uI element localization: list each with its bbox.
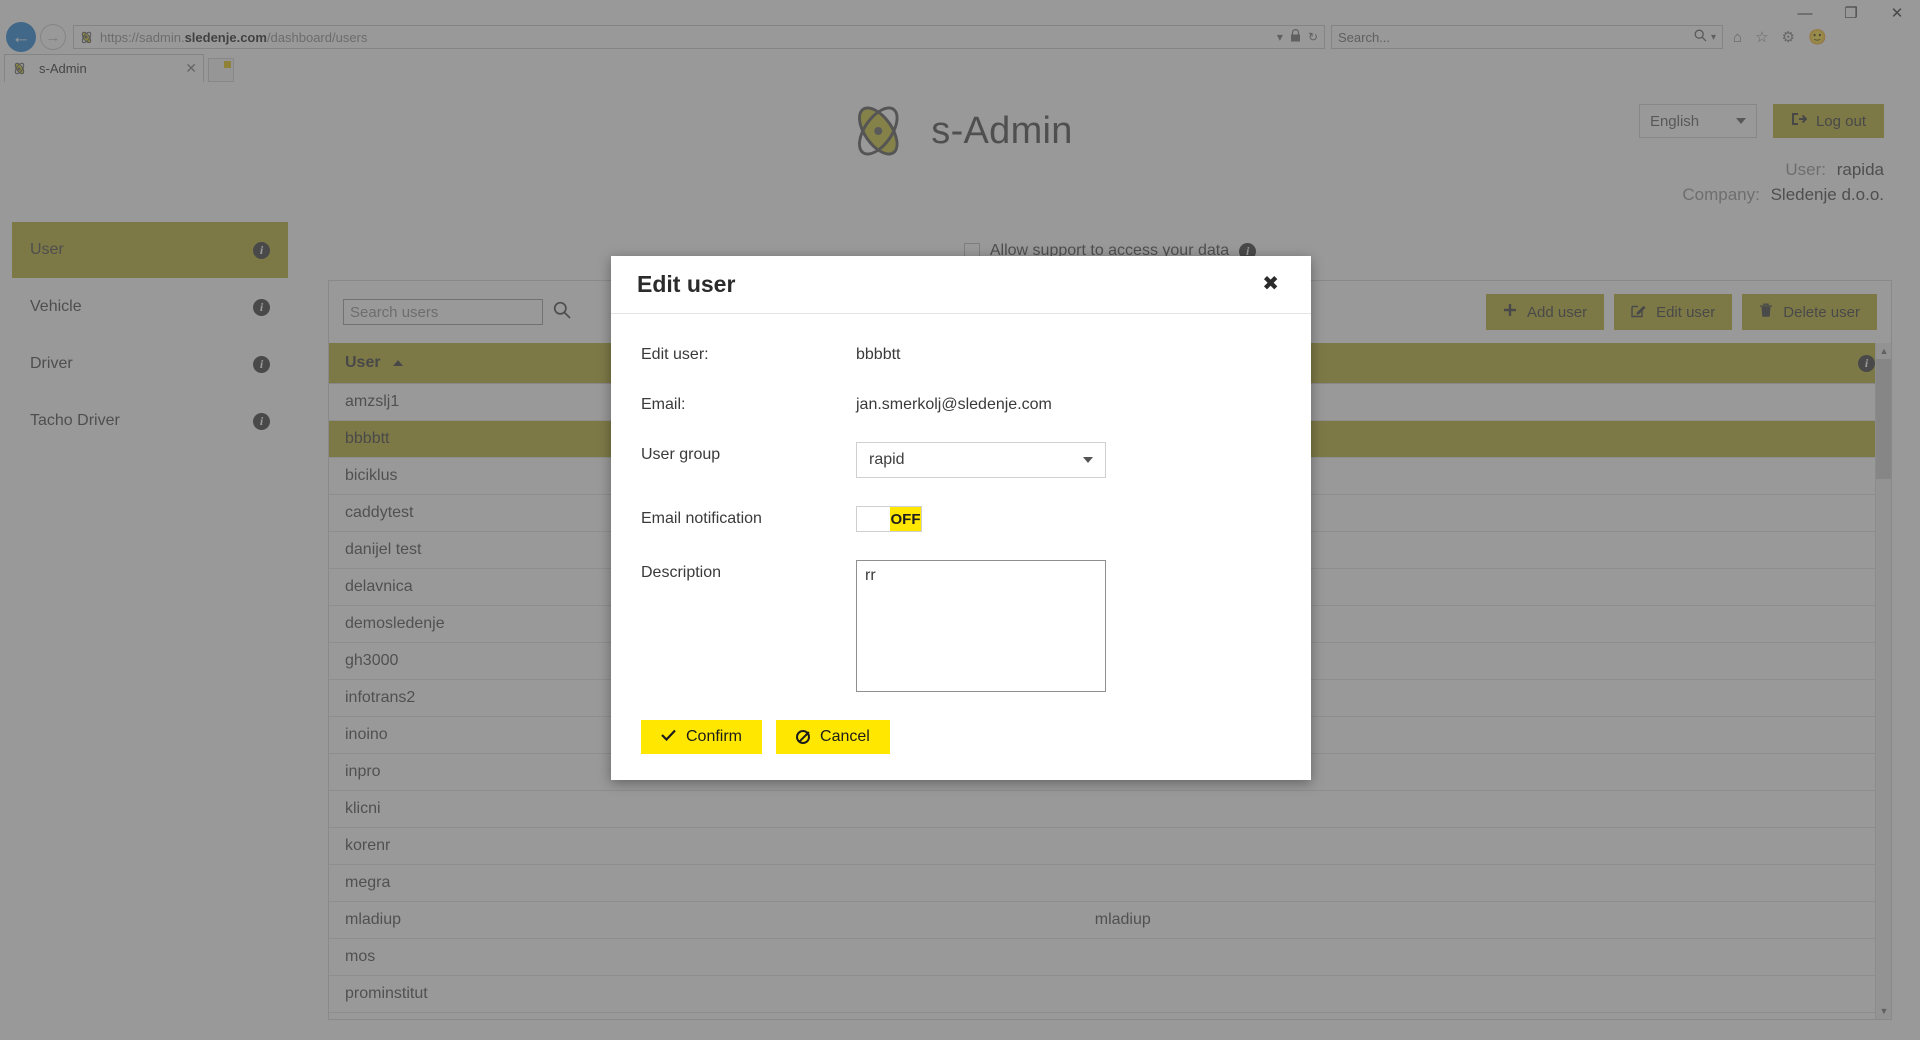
check-icon: [661, 728, 676, 746]
field-row-usergroup: User group rapid: [641, 442, 1281, 478]
field-row-username: Edit user: bbbbtt: [641, 342, 1281, 364]
username-label: Edit user:: [641, 346, 709, 363]
chevron-down-icon: [1083, 457, 1093, 463]
confirm-label: Confirm: [686, 728, 743, 745]
check-icon-svg: [661, 729, 676, 742]
toggle-knob: [857, 507, 890, 531]
email-notification-label: Email notification: [641, 510, 762, 527]
close-icon[interactable]: ✖: [1256, 270, 1285, 297]
cancel-button[interactable]: Cancel: [776, 720, 890, 754]
edit-user-modal: Edit user ✖ Edit user: bbbbtt Email: jan…: [611, 256, 1311, 780]
modal-body: Edit user: bbbbtt Email: jan.smerkolj@sl…: [611, 314, 1311, 780]
field-row-email: Email: jan.smerkolj@sledenje.com: [641, 392, 1281, 414]
usergroup-value: rapid: [869, 451, 905, 468]
field-row-description: Description: [641, 560, 1281, 692]
modal-title: Edit user: [637, 271, 736, 297]
modal-actions: Confirm Cancel: [641, 720, 1281, 754]
description-label: Description: [641, 564, 722, 581]
usergroup-select[interactable]: rapid: [856, 442, 1106, 478]
confirm-button[interactable]: Confirm: [641, 720, 763, 754]
field-row-email-notification: Email notification OFF: [641, 506, 1281, 532]
email-label: Email:: [641, 396, 686, 413]
ban-icon: [796, 730, 811, 744]
email-notification-toggle[interactable]: OFF: [856, 506, 922, 532]
email-value: jan.smerkolj@sledenje.com: [856, 396, 1052, 413]
usergroup-label: User group: [641, 446, 721, 463]
modal-header: Edit user ✖: [611, 256, 1311, 314]
description-textarea[interactable]: [856, 560, 1106, 692]
toggle-state-label: OFF: [890, 507, 921, 531]
cancel-label: Cancel: [820, 728, 870, 745]
username-value: bbbbtt: [856, 346, 901, 363]
